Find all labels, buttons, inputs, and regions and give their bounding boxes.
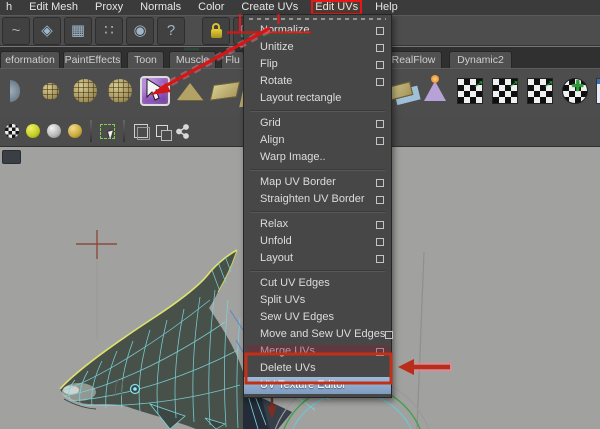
wire-cube-icon bbox=[133, 124, 150, 140]
glass-cube-icon[interactable] bbox=[140, 72, 170, 110]
shelf-tab-flu[interactable]: Flu bbox=[221, 51, 244, 68]
toolbar-divider bbox=[90, 120, 92, 142]
menu-help[interactable]: Help bbox=[372, 1, 401, 14]
menu-item-layout-rectangle[interactable]: Layout rectangle bbox=[244, 90, 391, 107]
menu-separator bbox=[250, 110, 385, 112]
select-highlight-icon bbox=[100, 123, 115, 139]
small-wire-sphere-icon[interactable] bbox=[35, 72, 65, 110]
wire-sphere-icon[interactable] bbox=[70, 72, 100, 110]
menu-edit-mesh[interactable]: Edit Mesh bbox=[26, 1, 81, 14]
yellow-material-icon[interactable] bbox=[24, 123, 41, 140]
green-arrow-icon: ✚ bbox=[571, 78, 584, 95]
menu-item-rotate[interactable]: Rotate bbox=[244, 73, 391, 90]
toolbar-divider bbox=[123, 120, 125, 142]
viewport-corner-icon[interactable] bbox=[2, 150, 21, 164]
menu-item-layout[interactable]: Layout bbox=[244, 250, 391, 267]
softmod-icon[interactable]: ◉ bbox=[126, 16, 154, 45]
layer-squares-icon bbox=[155, 125, 172, 141]
gold-material-icon[interactable] bbox=[66, 123, 83, 140]
option-box-icon[interactable] bbox=[376, 26, 384, 35]
wire-sphere-icon[interactable] bbox=[105, 72, 135, 110]
option-box-icon[interactable] bbox=[376, 60, 384, 69]
menu-normals[interactable]: Normals bbox=[137, 1, 184, 14]
plane-cursor-icon[interactable] bbox=[209, 72, 241, 110]
menu-item-flip[interactable]: Flip bbox=[244, 56, 391, 73]
menu-item-cut-uv-edges[interactable]: Cut UV Edges bbox=[244, 275, 391, 292]
shelf-tab-toon[interactable]: Toon bbox=[127, 51, 164, 68]
menu-separator bbox=[250, 270, 385, 272]
menu-item-warp-image[interactable]: Warp Image.. bbox=[244, 149, 391, 166]
menu-item-sew-uv-edges[interactable]: Sew UV Edges bbox=[244, 309, 391, 326]
menu-item-merge-uvs[interactable]: Merge UVs bbox=[244, 343, 391, 360]
menu-item-split-uvs[interactable]: Split UVs bbox=[244, 292, 391, 309]
checker-torus-icon[interactable]: → bbox=[525, 71, 559, 110]
menu-separator bbox=[250, 211, 385, 213]
uv-window-icon[interactable] bbox=[595, 72, 600, 110]
lock-icon bbox=[210, 23, 222, 38]
wire-cube-icon[interactable] bbox=[132, 123, 150, 140]
menu-item-unitize[interactable]: Unitize bbox=[244, 39, 391, 56]
menu-item-grid[interactable]: Grid bbox=[244, 115, 391, 132]
volume-cone-icon[interactable] bbox=[420, 72, 450, 110]
help-icon[interactable]: ? bbox=[157, 16, 185, 45]
curve-tool-icon[interactable]: ~ bbox=[2, 16, 30, 45]
menu-item-relax[interactable]: Relax bbox=[244, 216, 391, 233]
option-box-icon[interactable] bbox=[376, 195, 384, 204]
menu-h[interactable]: h bbox=[3, 1, 15, 14]
layer-squares-icon[interactable] bbox=[153, 123, 172, 141]
option-box-icon[interactable] bbox=[376, 136, 384, 145]
shelf-tab-realflow[interactable]: RealFlow bbox=[385, 51, 442, 68]
sphere-sliver-icon[interactable] bbox=[0, 72, 30, 110]
option-box-icon[interactable] bbox=[376, 220, 384, 229]
menu-separator bbox=[250, 169, 385, 171]
menu-item-unfold[interactable]: Unfold bbox=[244, 233, 391, 250]
option-box-icon[interactable] bbox=[376, 77, 384, 86]
shelf-tab-eformation[interactable]: eformation bbox=[0, 51, 60, 68]
option-box-icon[interactable] bbox=[376, 347, 384, 356]
checker-ball-icon bbox=[4, 124, 19, 138]
shelf-tab-dynamic2[interactable]: Dynamic2 bbox=[449, 51, 512, 68]
menu-proxy[interactable]: Proxy bbox=[92, 1, 126, 14]
silver-material-icon[interactable] bbox=[45, 123, 62, 140]
menu-bar: h Edit Mesh Proxy Normals Color Create UVs Edi… bbox=[0, 0, 600, 15]
checker-sphere-icon[interactable]: ✚ bbox=[560, 72, 590, 110]
select-highlight-icon[interactable] bbox=[99, 123, 116, 140]
share-icon[interactable] bbox=[174, 123, 191, 140]
shelf-tab-painteffects[interactable]: PaintEffects bbox=[63, 51, 122, 68]
option-box-icon[interactable] bbox=[376, 119, 384, 128]
checker-ball-icon[interactable] bbox=[3, 123, 20, 140]
maya-window: h Edit Mesh Proxy Normals Color Create UVs Edi… bbox=[0, 0, 600, 429]
checker-plane-icon[interactable]: → bbox=[455, 71, 489, 110]
menu-edit-uvs[interactable]: Edit UVs bbox=[311, 0, 363, 15]
menu-item-uv-texture-editor[interactable]: UV Texture Editor bbox=[244, 377, 391, 394]
checker-cylinder-icon[interactable]: → bbox=[490, 71, 524, 110]
option-box-icon[interactable] bbox=[376, 254, 384, 263]
surfaces-icon[interactable]: ◈ bbox=[33, 16, 61, 45]
option-box-icon[interactable] bbox=[376, 237, 384, 246]
menu-tearoff-handle[interactable] bbox=[244, 15, 391, 22]
menu-color[interactable]: Color bbox=[195, 1, 227, 14]
menu-item-delete-uvs[interactable]: Delete UVs bbox=[244, 360, 391, 377]
menu-item-align[interactable]: Align bbox=[244, 132, 391, 149]
shark-body bbox=[60, 250, 243, 429]
shelf-tab-muscle[interactable]: Muscle bbox=[169, 51, 216, 68]
shelf-icons-right: → → → ✚ bbox=[385, 71, 600, 110]
menu-items-container: Normalize Unitize Flip Rotate Layout rectang… bbox=[244, 22, 394, 394]
lock-icon[interactable] bbox=[202, 16, 230, 45]
menu-item-normalize[interactable]: Normalize bbox=[244, 22, 391, 39]
pyramid-plane-icon[interactable] bbox=[175, 72, 205, 110]
option-box-icon[interactable] bbox=[385, 330, 394, 339]
menu-item-move-and-sew-uv-edges[interactable]: Move and Sew UV Edges bbox=[244, 326, 394, 343]
option-box-icon[interactable] bbox=[376, 178, 384, 187]
lattice-icon[interactable]: ▦ bbox=[64, 16, 92, 45]
menu-item-map-uv-border[interactable]: Map UV Border bbox=[244, 174, 391, 191]
edit-uvs-dropdown-menu: Normalize Unitize Flip Rotate Layout rectang… bbox=[243, 14, 394, 398]
menu-item-straighten-uv-border[interactable]: Straighten UV Border bbox=[244, 191, 391, 208]
points-icon[interactable]: ∷ bbox=[95, 16, 123, 45]
option-box-icon[interactable] bbox=[376, 43, 384, 52]
menu-create-uvs[interactable]: Create UVs bbox=[238, 1, 301, 14]
